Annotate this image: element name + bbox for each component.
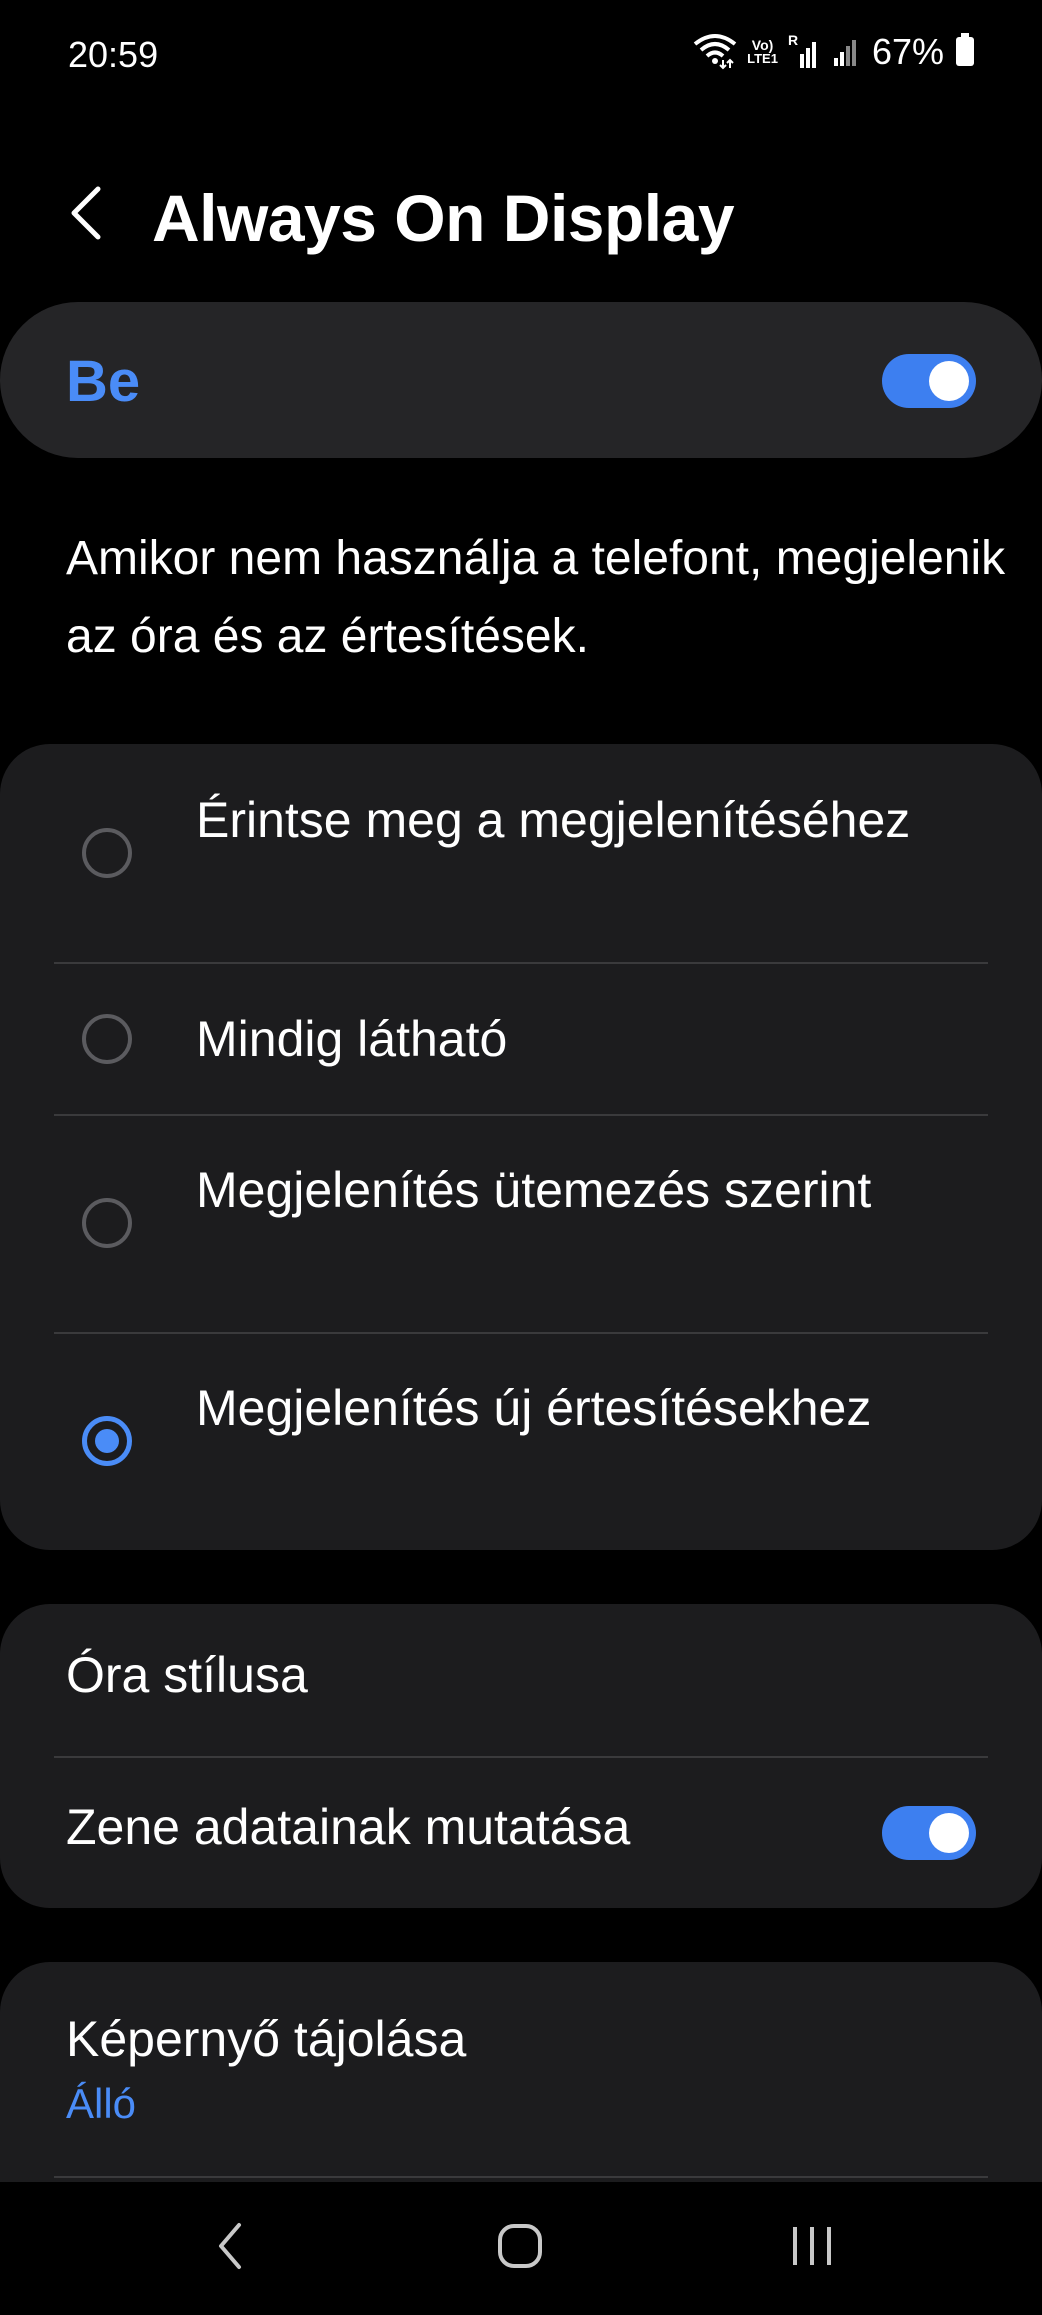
recents-icon [789,2223,835,2274]
volte-lte-icon: Vo) LTE1 [747,37,778,66]
radio-button-selected[interactable] [82,1416,132,1466]
status-icons: Vo) LTE1 R 67% [693,30,976,74]
nav-home-button[interactable] [480,2213,560,2283]
battery-percent: 67% [871,31,944,72]
option-label: Érintse meg a megjelenítéséhez [196,792,911,848]
signal-roaming-icon: R [788,32,820,72]
toggle-knob [929,361,969,401]
wifi-icon [693,30,737,75]
option-label: Mindig látható [196,1011,508,1067]
option-label: Megjelenítés új értesítésekhez [196,1380,872,1436]
description-text: Amikor nem használja a telefont, megjele… [66,532,1006,663]
master-switch-label: Be [66,349,141,414]
orientation-label: Képernyő tájolása [66,2011,467,2067]
display-mode-options: Érintse meg a megjelenítéséhez Mindig lá… [0,744,1042,1550]
app-header: Always On Display [0,160,1042,270]
toggle-knob [929,1813,969,1853]
option-scheduled[interactable]: Megjelenítés ütemezés szerint [0,1116,1042,1332]
divider [54,1756,988,1758]
option-always-visible[interactable]: Mindig látható [0,964,1042,1114]
option-new-notifications[interactable]: Megjelenítés új értesítésekhez [0,1334,1042,1550]
back-icon [215,2221,245,2276]
chevron-left-icon [66,183,106,248]
radio-button[interactable] [82,1014,132,1064]
home-icon [497,2223,543,2274]
radio-button[interactable] [82,1198,132,1248]
nav-recents-button[interactable] [772,2213,852,2283]
status-bar: 20:59 Vo) LTE1 R 67% [0,0,1042,110]
settings-card: Óra stílusa Zene adatainak mutatása [0,1604,1042,1908]
status-time: 20:59 [68,34,159,75]
divider [54,2176,988,2178]
clock-style-item[interactable]: Óra stílusa [66,1646,308,1704]
radio-button[interactable] [82,828,132,878]
option-tap-to-show[interactable]: Érintse meg a megjelenítéséhez [0,744,1042,962]
orientation-value: Álló [66,2080,137,2127]
signal-icon [830,30,862,75]
navigation-bar [0,2183,1042,2315]
battery-icon [954,32,976,73]
option-label: Megjelenítés ütemezés szerint [196,1162,872,1218]
master-toggle[interactable] [882,354,976,408]
music-info-toggle[interactable] [882,1806,976,1860]
master-switch-card[interactable]: Be [0,302,1042,458]
nav-back-button[interactable] [190,2213,270,2283]
back-button[interactable] [56,182,116,248]
music-info-label[interactable]: Zene adatainak mutatása [66,1798,630,1856]
page-title: Always On Display [152,181,735,255]
orientation-item[interactable]: Képernyő tájolása Álló [0,1962,1042,2182]
